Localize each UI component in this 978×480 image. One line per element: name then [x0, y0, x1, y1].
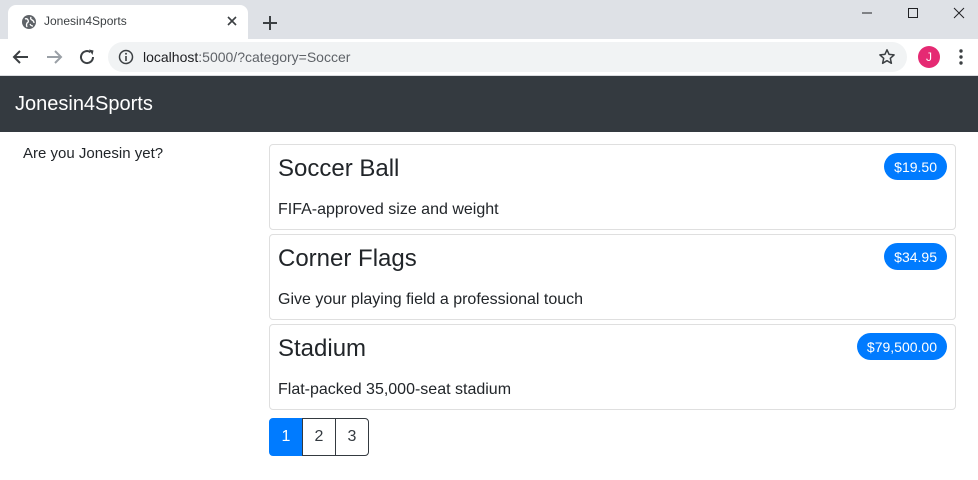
product-card: Stadium $79,500.00 Flat-packed 35,000-se… [269, 324, 956, 410]
page-button-2[interactable]: 2 [302, 418, 336, 456]
window-close-button[interactable] [936, 0, 978, 26]
product-description: Flat-packed 35,000-seat stadium [278, 381, 512, 398]
product-name: Stadium [278, 335, 367, 362]
new-tab-icon[interactable] [258, 11, 282, 35]
back-button[interactable] [11, 47, 31, 67]
price-badge: $34.95 [884, 243, 947, 270]
pagination: 1 2 3 [269, 418, 369, 456]
minimize-icon [862, 12, 872, 14]
globe-icon [22, 15, 36, 29]
browser-tabstrip: Jonesin4Sports [0, 0, 978, 39]
reload-icon [80, 49, 95, 65]
arrow-left-icon [12, 50, 28, 64]
minimize-button[interactable] [844, 0, 890, 26]
product-description: FIFA-approved size and weight [278, 201, 499, 218]
star-icon[interactable] [878, 48, 896, 66]
price-badge: $79,500.00 [856, 333, 947, 360]
page-button-1[interactable]: 1 [269, 418, 303, 456]
product-card: Soccer Ball $19.50 FIFA-approved size an… [269, 144, 956, 230]
browser-toolbar: localhost:5000/?category=Soccer [0, 39, 978, 76]
info-icon[interactable] [118, 49, 134, 65]
browser-tab[interactable]: Jonesin4Sports [8, 5, 248, 39]
product-name: Soccer Ball [278, 155, 400, 182]
forward-button[interactable] [44, 47, 64, 67]
close-icon [953, 7, 965, 19]
product-card: Corner Flags $34.95 Give your playing fi… [269, 234, 956, 320]
page-button-3[interactable]: 3 [335, 418, 369, 456]
maximize-icon [908, 8, 918, 18]
reload-button[interactable] [77, 47, 97, 67]
address-bar[interactable]: localhost:5000/?category=Soccer [108, 42, 907, 72]
tab-title: Jonesin4Sports [44, 14, 127, 28]
url-path: :5000/?category=Soccer [198, 49, 351, 65]
kebab-menu-icon[interactable] [954, 48, 968, 66]
product-name: Corner Flags [278, 245, 417, 272]
site-navbar: Jonesin4Sports [0, 76, 978, 132]
navbar-brand[interactable]: Jonesin4Sports [15, 93, 153, 116]
arrow-right-icon [47, 50, 63, 64]
close-icon[interactable] [224, 13, 240, 29]
maximize-button[interactable] [890, 0, 936, 26]
profile-avatar[interactable]: J [918, 46, 940, 68]
price-badge: $19.50 [884, 153, 947, 180]
sidebar-tagline: Are you Jonesin yet? [23, 145, 164, 162]
url-text[interactable]: localhost:5000/?category=Soccer [143, 49, 350, 65]
url-host: localhost [143, 49, 199, 65]
product-description: Give your playing field a professional t… [278, 291, 584, 308]
